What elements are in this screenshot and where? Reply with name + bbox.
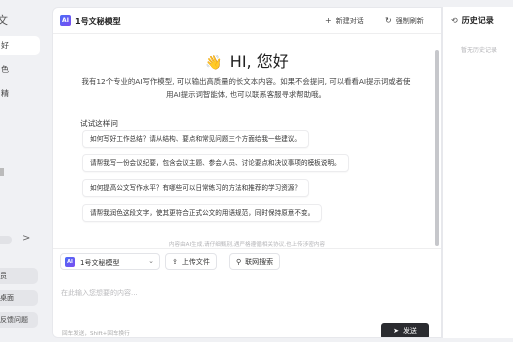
history-header: ⟲ 历史记录 <box>451 15 494 26</box>
avatar[interactable] <box>0 236 12 244</box>
greeting: 👋 HI, 您好 <box>53 48 441 72</box>
input-hint: 回车发送，Shift+回车换行 <box>62 331 130 337</box>
upload-label: 上传文件 <box>181 258 210 266</box>
history-empty-text: 暂无历史记录 <box>461 47 498 54</box>
left-sidebar: 文 好 色 精 > 员 桌面 反馈问题 <box>0 0 47 342</box>
model-select-label: 1号文秘模型 <box>80 259 120 267</box>
chat-scrollbar[interactable] <box>435 50 439 246</box>
app-title: 1号文秘模型 <box>75 17 121 26</box>
suggestion-item-4[interactable]: 请帮我润色这段文字，使其更符合正式公文的用语规范，同时保持原意不变。 <box>82 204 323 222</box>
sidebar-bottom-button-2[interactable]: 桌面 <box>0 290 38 306</box>
refresh-button[interactable]: ↻ 强制刷新 <box>385 16 424 26</box>
chevron-down-icon: ⌄ <box>148 257 154 265</box>
suggestions-title: 试试这样问 <box>80 119 118 128</box>
chat-header: AI 1号文秘模型 + 新建对话 ↻ 强制刷新 <box>53 8 441 34</box>
refresh-label: 强制刷新 <box>395 17 424 25</box>
model-select[interactable]: AI 1号文秘模型 ⌄ <box>60 253 160 270</box>
new-chat-button[interactable]: + 新建对话 <box>325 16 364 26</box>
plus-icon: + <box>325 16 332 25</box>
send-label: 发送 <box>402 327 417 335</box>
sidebar-title: 文 <box>0 14 8 27</box>
sidebar-scroll-handle[interactable] <box>0 168 4 176</box>
send-button[interactable]: ➤ 发送 <box>381 323 429 337</box>
history-panel: ⟲ 历史记录 暂无历史记录 <box>442 7 513 338</box>
sidebar-bottom-button-1[interactable]: 员 <box>0 268 38 284</box>
sidebar-bottom-button-3[interactable]: 反馈问题 <box>0 312 38 328</box>
sidebar-item-3[interactable]: 精 <box>0 84 40 103</box>
web-search-button[interactable]: ⚲ 联网搜索 <box>229 253 281 270</box>
search-icon: ⚲ <box>236 258 242 266</box>
refresh-icon: ↻ <box>385 16 392 25</box>
upload-icon: ⇪ <box>172 258 178 266</box>
ai-disclaimer: 内容由AI生成,请仔细甄别,遇严格遵循相关协议,也上传涉密内容 <box>168 242 326 248</box>
upload-file-button[interactable]: ⇪ 上传文件 <box>165 253 217 270</box>
suggestion-item-2[interactable]: 请帮我写一份会议纪要，包含会议主题、参会人员、讨论要点和决议事项的模板说明。 <box>82 154 349 172</box>
history-icon: ⟲ <box>451 16 458 25</box>
web-search-label: 联网搜索 <box>245 258 274 266</box>
suggestion-item-3[interactable]: 如何提高公文写作水平？有哪些可以日常练习的方法和推荐的学习资源？ <box>82 179 309 197</box>
suggestion-item-1[interactable]: 如何写好工作总结？请从结构、要点和常见问题三个方面给我一些建议。 <box>82 130 309 148</box>
chat-panel: AI 1号文秘模型 + 新建对话 ↻ 强制刷新 👋 HI, 您好 我有12个专业的A… <box>52 7 442 338</box>
message-input[interactable] <box>61 286 431 300</box>
model-logo-icon: AI <box>60 15 71 26</box>
intro-text: 我有12个专业的AI写作模型, 可以输出高质量的长文本内容。如果不会提问, 可以… <box>81 77 411 99</box>
new-chat-label: 新建对话 <box>335 17 364 25</box>
wave-icon: 👋 <box>205 55 223 71</box>
model-logo-icon: AI <box>65 257 75 267</box>
sidebar-item-2[interactable]: 色 <box>0 60 40 79</box>
sidebar-item-1[interactable]: 好 <box>0 36 40 55</box>
greeting-text: HI, 您好 <box>229 52 289 71</box>
history-title: 历史记录 <box>461 16 494 25</box>
composer: AI 1号文秘模型 ⌄ ⇪上传文件 ⚲联网搜索 回车发送，Shift+回车换行 … <box>53 248 441 337</box>
send-icon: ➤ <box>393 327 399 335</box>
expand-sidebar-icon[interactable]: > <box>22 233 30 244</box>
